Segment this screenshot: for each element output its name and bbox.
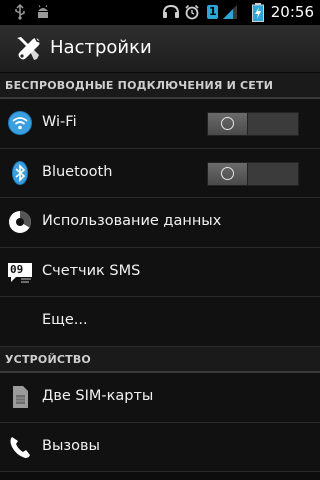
section-header-device: УСТРОЙСТВО <box>0 346 320 373</box>
wifi-toggle[interactable] <box>207 112 299 136</box>
sim-card-icon <box>13 385 28 408</box>
settings-item-label: Использование данных <box>42 213 222 230</box>
alarm-icon <box>185 4 199 20</box>
bluetooth-icon <box>12 160 28 185</box>
settings-item-wifi[interactable]: Wi-Fi <box>0 99 320 149</box>
settings-item-label: Вызовы <box>42 437 100 454</box>
page-title: Настройки <box>50 37 152 58</box>
android-debug-icon <box>38 5 48 18</box>
action-bar: Настройки <box>0 25 320 73</box>
wifi-icon <box>8 111 32 135</box>
sms-counter-icon-text: 09 <box>10 262 24 276</box>
settings-list: БЕСПРОВОДНЫЕ ПОДКЛЮЧЕНИЯ И СЕТИ Wi-Fi Bl… <box>0 73 320 473</box>
settings-item-dual-sim[interactable]: Две SIM-карты <box>0 372 320 423</box>
settings-item-label: Счетчик SMS <box>42 262 141 279</box>
settings-item-calls[interactable]: Вызовы <box>0 422 320 473</box>
status-time: 20:56 <box>270 3 314 21</box>
settings-item-label: Две SIM-карты <box>42 387 154 404</box>
status-bar: 1 20:56 <box>0 0 320 25</box>
settings-item-data-usage[interactable]: Использование данных <box>0 198 320 248</box>
sim-badge: 1 <box>207 5 218 19</box>
section-header-wireless: БЕСПРОВОДНЫЕ ПОДКЛЮЧЕНИЯ И СЕТИ <box>0 73 320 99</box>
settings-item-label: Еще... <box>42 312 88 329</box>
settings-item-label: Wi-Fi <box>42 114 77 130</box>
data-usage-icon <box>9 211 31 234</box>
battery-charging-icon <box>252 3 264 22</box>
usb-icon <box>15 4 25 20</box>
toggle-knob <box>208 113 248 135</box>
settings-tools-icon[interactable] <box>14 35 42 63</box>
settings-item-bluetooth[interactable]: Bluetooth <box>0 148 320 199</box>
bluetooth-toggle[interactable] <box>207 161 299 186</box>
toggle-off-icon <box>221 166 234 180</box>
toggle-knob <box>208 162 248 185</box>
cell-signal-icon <box>223 5 237 19</box>
settings-item-sms-counter[interactable]: 09 Счетчик SMS <box>0 247 320 298</box>
settings-item-label: Bluetooth <box>42 163 113 180</box>
phone-icon <box>10 436 30 458</box>
headset-icon <box>163 4 179 18</box>
settings-item-more[interactable]: Еще... <box>0 297 320 347</box>
toggle-off-icon <box>221 117 234 130</box>
